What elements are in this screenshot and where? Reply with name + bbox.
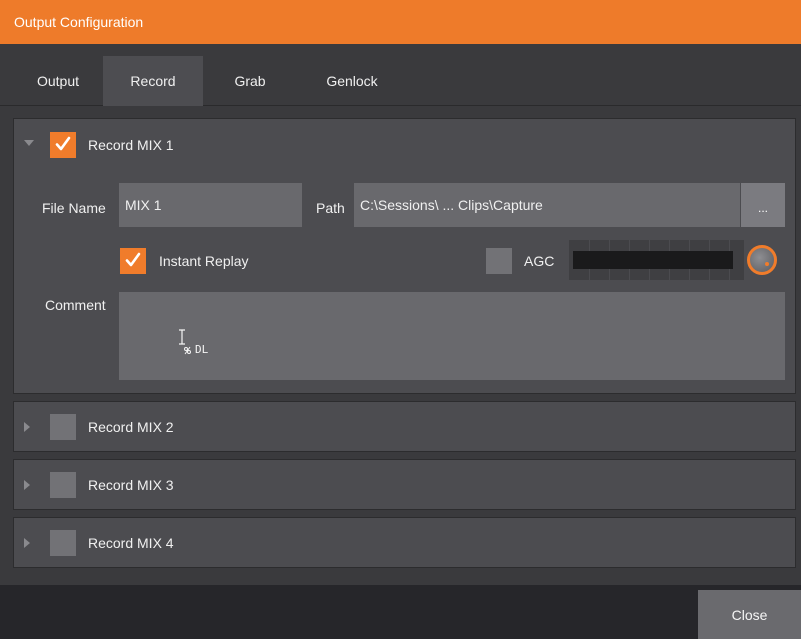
record-mix-1-panel: Record MIX 1 File Name MIX 1 Path C:\Ses… — [13, 118, 796, 394]
comment-label: Comment — [45, 297, 106, 313]
record-mix-4-label: Record MIX 4 — [88, 535, 174, 551]
collapse-arrow-icon[interactable] — [24, 140, 34, 146]
title-bar: Output Configuration — [0, 0, 801, 44]
record-mix-1-label: Record MIX 1 — [88, 137, 174, 153]
agc-label: AGC — [524, 253, 555, 269]
tab-grab[interactable]: Grab — [210, 56, 290, 106]
dialog-footer: Close — [0, 585, 801, 639]
record-mix-4-panel[interactable]: Record MIX 4 — [13, 517, 796, 568]
cursor-tag-text: DL — [195, 343, 209, 356]
comment-field[interactable]: DL — [119, 292, 785, 380]
file-name-field[interactable]: MIX 1 — [119, 183, 302, 227]
browse-button-label: ... — [757, 201, 768, 215]
file-name-label: File Name — [42, 200, 106, 216]
record-mix-2-checkbox[interactable] — [50, 414, 76, 440]
tab-bar: Output Record Grab Genlock — [0, 44, 801, 106]
expand-arrow-icon[interactable] — [24, 538, 30, 548]
audio-level-meter — [569, 240, 744, 280]
close-button[interactable]: Close — [698, 590, 801, 639]
agc-checkbox[interactable] — [486, 248, 512, 274]
tab-output[interactable]: Output — [16, 56, 100, 106]
record-mix-2-label: Record MIX 2 — [88, 419, 174, 435]
meter-level-bar — [573, 251, 733, 269]
record-mix-3-checkbox[interactable] — [50, 472, 76, 498]
record-mix-2-panel[interactable]: Record MIX 2 — [13, 401, 796, 452]
tab-genlock[interactable]: Genlock — [302, 56, 402, 106]
browse-path-button[interactable]: ... — [741, 183, 785, 227]
checkmark-icon — [125, 252, 141, 267]
expand-arrow-icon[interactable] — [24, 422, 30, 432]
expand-arrow-icon[interactable] — [24, 480, 30, 490]
window-title: Output Configuration — [14, 14, 144, 30]
instant-replay-label: Instant Replay — [159, 253, 249, 269]
volume-knob-icon[interactable] — [747, 245, 777, 275]
record-mix-3-panel[interactable]: Record MIX 3 — [13, 459, 796, 510]
tab-record[interactable]: Record — [103, 56, 203, 106]
path-field[interactable]: C:\Sessions\ ... Clips\Capture — [354, 183, 740, 227]
record-mix-3-label: Record MIX 3 — [88, 477, 174, 493]
instant-replay-checkbox[interactable] — [120, 248, 146, 274]
record-mix-4-checkbox[interactable] — [50, 530, 76, 556]
checkmark-icon — [55, 136, 71, 151]
record-mix-1-checkbox[interactable] — [50, 132, 76, 158]
path-label: Path — [316, 200, 345, 216]
record-settings-content: Record MIX 1 File Name MIX 1 Path C:\Ses… — [0, 106, 801, 585]
